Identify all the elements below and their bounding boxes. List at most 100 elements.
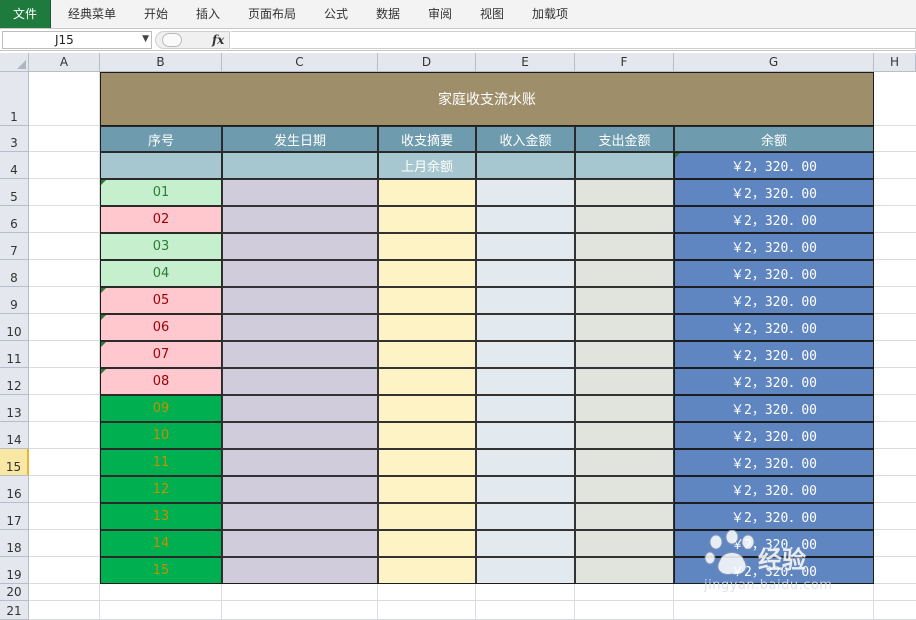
seq-no-cell[interactable]: 15 (100, 557, 222, 584)
seq-no-cell[interactable]: 08 (100, 368, 222, 395)
worksheet-grid[interactable]: A B C D E F G H 1 3 4 5 6 7 8 9 10 11 12 13 14 15 16 17 18 19 20 21… (0, 53, 916, 620)
row-header-17[interactable]: 17 (0, 503, 29, 530)
cancel-entry-icon[interactable] (162, 33, 182, 47)
tab-addins[interactable]: 加载项 (524, 0, 576, 28)
row-header-7[interactable]: 7 (0, 233, 29, 260)
summary-cell[interactable] (378, 341, 476, 368)
row-header-12[interactable]: 12 (0, 368, 29, 395)
row-header-6[interactable]: 6 (0, 206, 29, 233)
column-header-f[interactable]: F (575, 53, 674, 72)
balance-cell[interactable]: ￥2，320．00 (674, 206, 874, 233)
row-header-3[interactable]: 3 (0, 126, 29, 152)
summary-cell[interactable] (378, 503, 476, 530)
seq-no-cell[interactable]: 06 (100, 314, 222, 341)
expense-cell[interactable] (575, 422, 674, 449)
balance-cell[interactable]: ￥2，320．00 (674, 179, 874, 206)
seq-no-cell[interactable]: 02 (100, 206, 222, 233)
expense-cell[interactable] (575, 557, 674, 584)
header-income[interactable]: 收入金额 (476, 126, 575, 152)
income-cell[interactable] (476, 233, 575, 260)
expense-cell[interactable] (575, 503, 674, 530)
balance-cell[interactable]: ￥2，320．00 (674, 449, 874, 476)
summary-cell[interactable] (378, 314, 476, 341)
summary-cell[interactable] (378, 395, 476, 422)
date-cell[interactable] (222, 503, 378, 530)
header-summary[interactable]: 收支摘要 (378, 126, 476, 152)
row-header-4[interactable]: 4 (0, 152, 29, 179)
expense-cell[interactable] (575, 341, 674, 368)
summary-cell[interactable] (378, 287, 476, 314)
row-header-16[interactable]: 16 (0, 476, 29, 503)
summary-cell[interactable] (378, 449, 476, 476)
row-header-21[interactable]: 21 (0, 601, 29, 620)
summary-cell[interactable] (378, 233, 476, 260)
balance-cell[interactable]: ￥2，320．00 (674, 503, 874, 530)
tab-view[interactable]: 视图 (472, 0, 512, 28)
row4-cell[interactable] (100, 152, 222, 179)
header-seq-no[interactable]: 序号 (100, 126, 222, 152)
sheet-title[interactable]: 家庭收支流水账 (100, 72, 874, 126)
expense-cell[interactable] (575, 233, 674, 260)
summary-cell[interactable] (378, 260, 476, 287)
summary-cell[interactable] (378, 530, 476, 557)
date-cell[interactable] (222, 395, 378, 422)
summary-cell[interactable] (378, 368, 476, 395)
previous-balance-label[interactable]: 上月余额 (378, 152, 476, 179)
balance-cell[interactable]: ￥2，320．00 (674, 341, 874, 368)
column-header-b[interactable]: B (100, 53, 222, 72)
date-cell[interactable] (222, 341, 378, 368)
expense-cell[interactable] (575, 368, 674, 395)
income-cell[interactable] (476, 557, 575, 584)
seq-no-cell[interactable]: 12 (100, 476, 222, 503)
balance-cell[interactable]: ￥2，320．00 (674, 287, 874, 314)
expense-cell[interactable] (575, 476, 674, 503)
date-cell[interactable] (222, 314, 378, 341)
seq-no-cell[interactable]: 13 (100, 503, 222, 530)
date-cell[interactable] (222, 530, 378, 557)
expense-cell[interactable] (575, 314, 674, 341)
summary-cell[interactable] (378, 179, 476, 206)
row-header-8[interactable]: 8 (0, 260, 29, 287)
row4-cell[interactable] (222, 152, 378, 179)
seq-no-cell[interactable]: 01 (100, 179, 222, 206)
row-header-5[interactable]: 5 (0, 179, 29, 206)
income-cell[interactable] (476, 422, 575, 449)
date-cell[interactable] (222, 233, 378, 260)
header-date[interactable]: 发生日期 (222, 126, 378, 152)
formula-input[interactable] (231, 31, 916, 49)
seq-no-cell[interactable]: 10 (100, 422, 222, 449)
balance-cell[interactable]: ￥2，320．00 (674, 530, 874, 557)
income-cell[interactable] (476, 206, 575, 233)
income-cell[interactable] (476, 530, 575, 557)
tab-review[interactable]: 审阅 (420, 0, 460, 28)
income-cell[interactable] (476, 449, 575, 476)
column-header-a[interactable]: A (29, 53, 100, 72)
summary-cell[interactable] (378, 422, 476, 449)
header-expense[interactable]: 支出金额 (575, 126, 674, 152)
date-cell[interactable] (222, 449, 378, 476)
balance-cell[interactable]: ￥2，320．00 (674, 422, 874, 449)
row-header-11[interactable]: 11 (0, 341, 29, 368)
expense-cell[interactable] (575, 260, 674, 287)
date-cell[interactable] (222, 260, 378, 287)
column-header-e[interactable]: E (476, 53, 575, 72)
row4-cell[interactable] (476, 152, 575, 179)
seq-no-cell[interactable]: 04 (100, 260, 222, 287)
income-cell[interactable] (476, 395, 575, 422)
column-header-g[interactable]: G (674, 53, 874, 72)
date-cell[interactable] (222, 179, 378, 206)
income-cell[interactable] (476, 341, 575, 368)
row-header-20[interactable]: 20 (0, 584, 29, 601)
balance-cell[interactable]: ￥2，320．00 (674, 557, 874, 584)
column-header-d[interactable]: D (378, 53, 476, 72)
income-cell[interactable] (476, 179, 575, 206)
date-cell[interactable] (222, 368, 378, 395)
tab-formulas[interactable]: 公式 (316, 0, 356, 28)
chevron-down-icon[interactable]: ▼ (142, 34, 149, 44)
seq-no-cell[interactable]: 03 (100, 233, 222, 260)
file-tab[interactable]: 文件 (0, 0, 51, 28)
balance-cell[interactable]: ￥2，320．00 (674, 476, 874, 503)
tab-home[interactable]: 开始 (136, 0, 176, 28)
row-header-9[interactable]: 9 (0, 287, 29, 314)
balance-cell[interactable]: ￥2，320．00 (674, 260, 874, 287)
